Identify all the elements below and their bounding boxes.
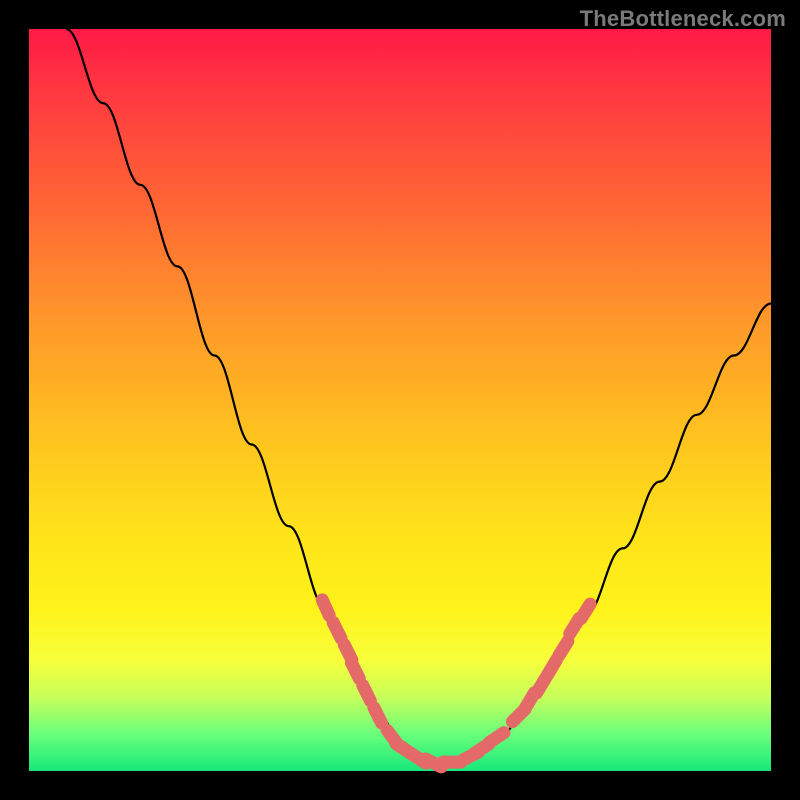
marker-group <box>316 593 597 773</box>
chart-svg <box>29 29 771 771</box>
bottleneck-curve <box>66 29 771 764</box>
curve-marker <box>575 598 597 625</box>
chart-frame <box>29 29 771 771</box>
curve-marker <box>483 726 511 749</box>
